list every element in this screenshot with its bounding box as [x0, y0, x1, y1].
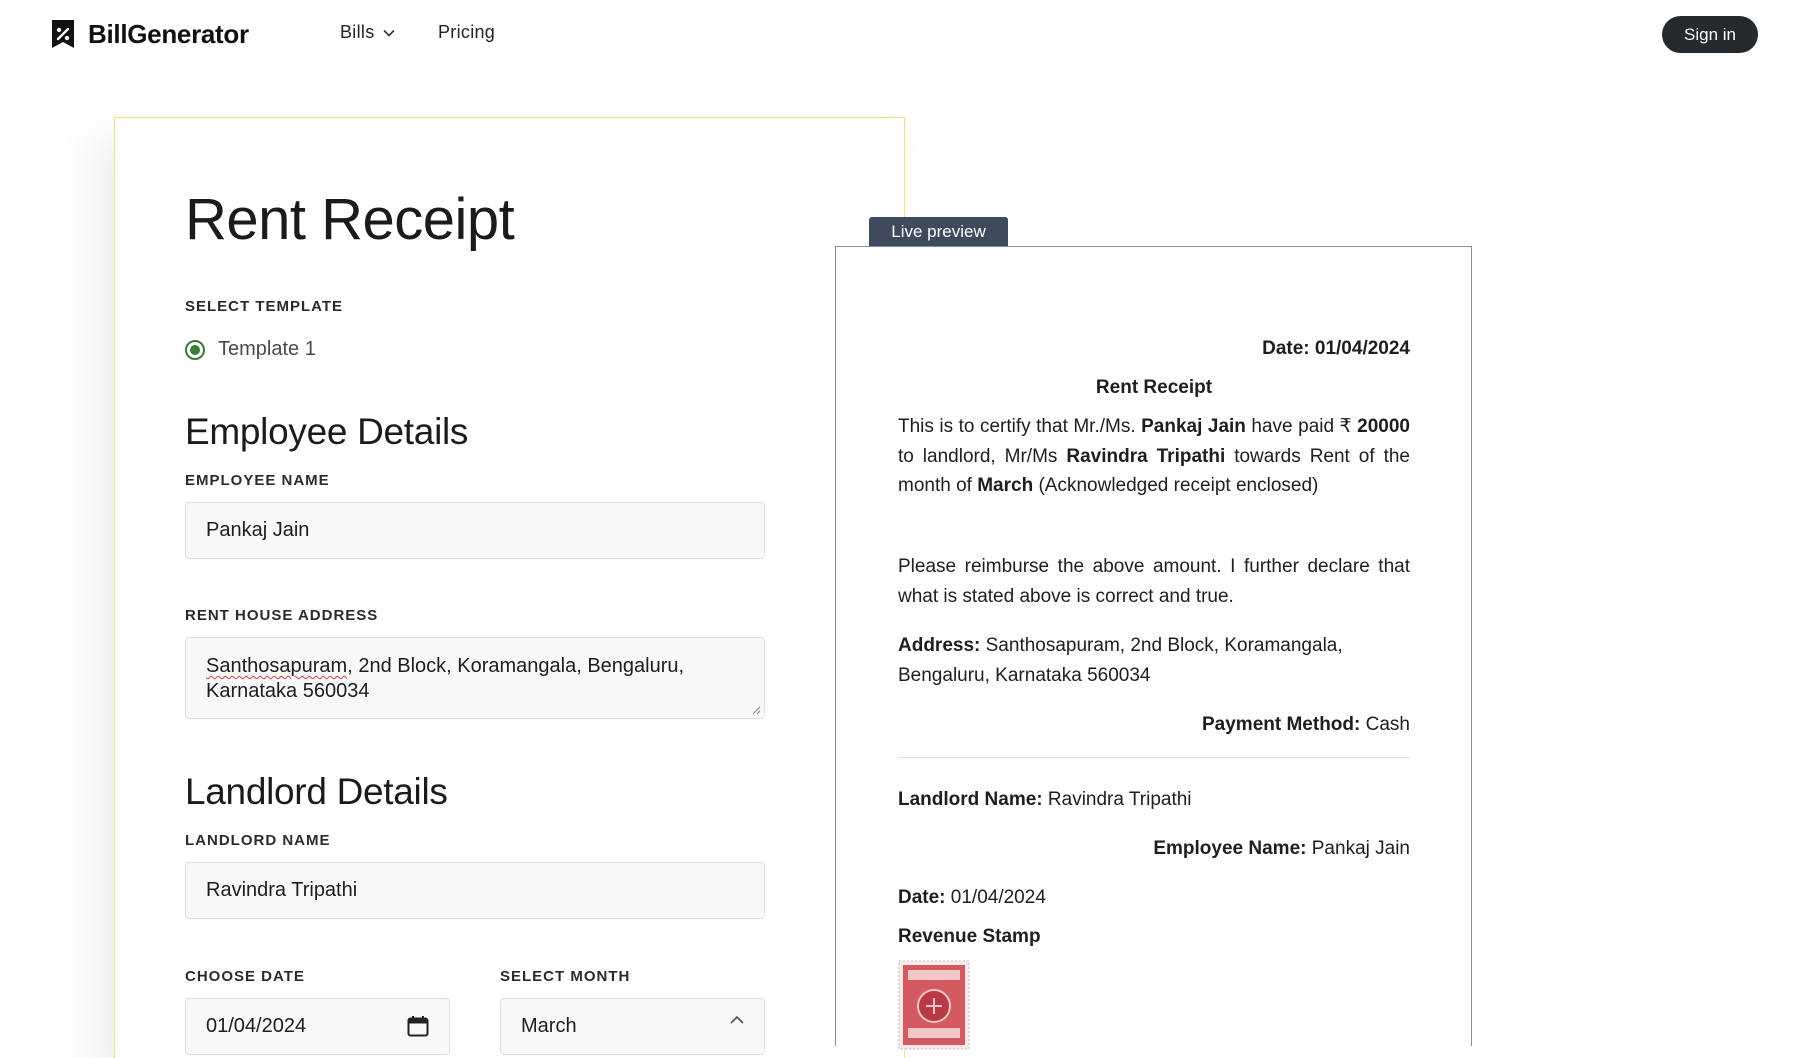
rent-house-address-textarea[interactable]: Santhosapuram, 2nd Block, Koramangala, B… — [185, 637, 765, 719]
revenue-stamp-image — [898, 960, 970, 1050]
address-line2: Karnataka 560034 — [206, 680, 370, 702]
brand-logo[interactable]: BillGenerator — [50, 18, 249, 50]
rent-receipt-form: Rent Receipt SELECT TEMPLATE Template 1 … — [114, 117, 905, 1058]
preview-declaration-paragraph: Please reimburse the above amount. I fur… — [898, 556, 1410, 607]
landlord-name-value: Ravindra Tripathi — [206, 879, 358, 901]
page-title: Rent Receipt — [185, 187, 515, 252]
preview-date: Date: 01/04/2024 — [898, 887, 1046, 908]
calendar-icon[interactable] — [407, 1015, 429, 1037]
radio-selected-icon[interactable] — [185, 339, 205, 360]
preview-landlord-name: Landlord Name: Ravindra Tripathi — [898, 789, 1192, 810]
landlord-name-label: LANDLORD NAME — [185, 832, 331, 849]
chevron-up-icon — [730, 1015, 744, 1024]
receipt-logo-icon — [52, 20, 74, 48]
preview-date-top: Date: 01/04/2024 — [1262, 338, 1410, 359]
nav-bills-dropdown[interactable]: Bills — [340, 22, 395, 43]
template-option-label: Template 1 — [218, 338, 316, 360]
preview-address: Address: Santhosapuram, 2nd Block, Koram… — [898, 635, 1343, 686]
choose-date-label: CHOOSE DATE — [185, 968, 305, 985]
select-month-label: SELECT MONTH — [500, 968, 631, 985]
brand-name: BillGenerator — [88, 18, 249, 49]
resize-handle-icon[interactable] — [752, 706, 761, 715]
employee-name-label: EMPLOYEE NAME — [185, 472, 330, 489]
nav-bills-label: Bills — [340, 22, 375, 42]
preview-certification-paragraph: This is to certify that Mr./Ms. Pankaj J… — [898, 416, 1410, 496]
live-preview-tab: Live preview — [869, 217, 1008, 247]
select-template-label: SELECT TEMPLATE — [185, 298, 344, 315]
receipt-preview: Date: 01/04/2024 Rent Receipt This is to… — [835, 246, 1472, 1050]
employee-name-value: Pankaj Jain — [206, 519, 310, 541]
rent-house-address-label: RENT HOUSE ADDRESS — [185, 607, 379, 624]
address-line1-rest: , 2nd Block, Koramangala, Bengaluru, — [347, 655, 685, 677]
preview-divider — [898, 757, 1410, 758]
landlord-name-input[interactable]: Ravindra Tripathi — [185, 862, 765, 919]
landlord-details-heading: Landlord Details — [185, 771, 448, 812]
employee-name-input[interactable]: Pankaj Jain — [185, 502, 765, 559]
employee-details-heading: Employee Details — [185, 411, 469, 452]
address-misspelled-word: Santhosapuram — [206, 655, 348, 677]
sign-in-button[interactable]: Sign in — [1662, 16, 1758, 53]
month-value: March — [521, 1015, 577, 1037]
template-1-radio-option[interactable]: Template 1 — [185, 338, 316, 361]
preview-payment-method: Payment Method: Cash — [1202, 714, 1410, 735]
date-input[interactable]: 01/04/2024 — [185, 998, 450, 1055]
date-value: 01/04/2024 — [206, 1015, 307, 1037]
chevron-down-icon — [382, 29, 395, 37]
preview-employee-name: Employee Name: Pankaj Jain — [1153, 838, 1410, 859]
preview-revenue-stamp-label: Revenue Stamp — [898, 926, 1041, 947]
month-select[interactable]: March — [500, 998, 765, 1055]
nav-pricing-link[interactable]: Pricing — [438, 22, 495, 43]
preview-heading: Rent Receipt — [1095, 377, 1213, 398]
